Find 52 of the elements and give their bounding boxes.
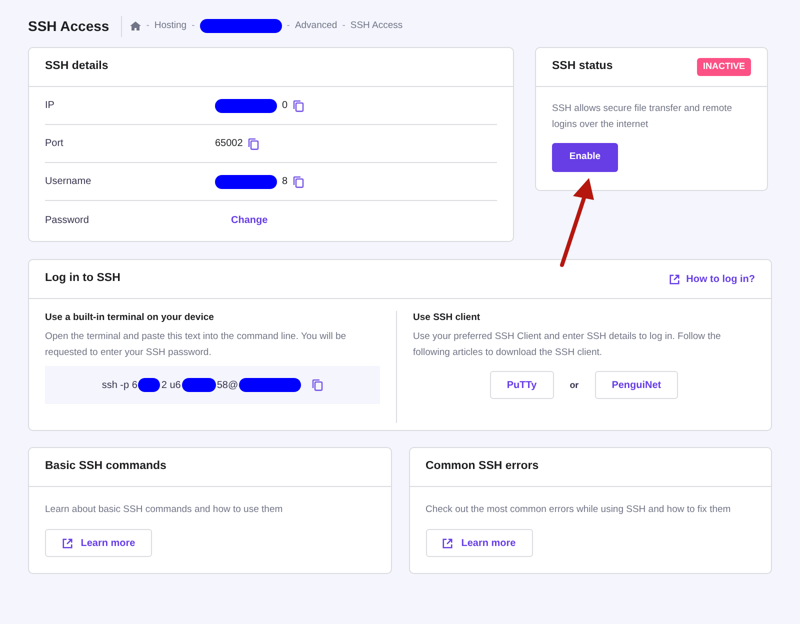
card-title: SSH status (552, 59, 613, 74)
external-link-icon (62, 538, 73, 549)
external-link-icon (442, 538, 454, 549)
breadcrumb-separator: - (146, 18, 150, 33)
client-button[interactable]: PuTTy (490, 371, 554, 400)
section-text: Use your preferred SSH Client and enter SSH details to log in. Follow the following articles to download the SSH client. (413, 330, 722, 360)
learn-more-button[interactable]: Learn more (45, 529, 152, 558)
field-label: Port (45, 137, 64, 151)
card-title: Log in to SSH (45, 271, 120, 286)
how-to-link[interactable]: How to log in? (669, 272, 755, 286)
page-title: SSH Access (28, 16, 122, 36)
home-icon[interactable] (130, 21, 142, 31)
value-text: 8 (282, 175, 288, 189)
change-link[interactable]: Change (231, 212, 268, 228)
enable-button[interactable]: Enable (552, 143, 618, 172)
field-label: IP (45, 99, 56, 113)
card-title: SSH details (45, 59, 108, 74)
value-text: ssh -p 6 (102, 378, 138, 393)
redaction-mark (215, 174, 277, 188)
copy-icon[interactable] (292, 100, 304, 112)
copy-icon[interactable] (248, 138, 259, 150)
field-label: Username (45, 175, 92, 189)
breadcrumb-link[interactable]: SSH Access (350, 18, 403, 34)
client-button[interactable]: PenguiNet (594, 371, 678, 400)
field-label: Password (45, 214, 90, 228)
value-text: 58@ (216, 378, 238, 393)
redaction-mark (182, 378, 216, 392)
section-heading: Use SSH client (413, 311, 482, 325)
status-badge: INACTIVE (696, 58, 751, 76)
redaction-mark (239, 378, 302, 392)
breadcrumb-separator: - (342, 18, 346, 33)
or-text: or (570, 378, 579, 392)
section-heading: Use a built-in terminal on your device (45, 311, 215, 325)
breadcrumb-link[interactable]: Hosting (154, 18, 187, 34)
value-text: 2 u6 (161, 378, 181, 393)
breadcrumb-link[interactable]: Advanced (294, 18, 338, 34)
external-link-icon (669, 274, 680, 284)
value-text: 0 (282, 99, 288, 113)
value-text: 65002 (215, 137, 243, 151)
redaction-mark (215, 98, 277, 112)
copy-icon[interactable] (312, 379, 324, 392)
card-text: Learn about basic SSH commands and how to use them (45, 503, 284, 517)
learn-more-button[interactable]: Learn more (426, 529, 532, 558)
card-title: Common SSH errors (426, 459, 539, 474)
breadcrumb-separator: - (192, 18, 195, 33)
breadcrumb-separator: - (286, 18, 290, 33)
card-title: Basic SSH commands (45, 459, 166, 474)
section-text: Open the terminal and paste this text into the command line. You will be requested to enter your SSH password. (45, 330, 348, 360)
status-description: SSH allows secure file transfer and remote logins over the internet (552, 102, 734, 132)
redaction-mark (138, 378, 160, 392)
card-text: Check out the most common errors while using SSH and how to fix them (426, 503, 732, 517)
copy-icon[interactable] (292, 176, 304, 188)
